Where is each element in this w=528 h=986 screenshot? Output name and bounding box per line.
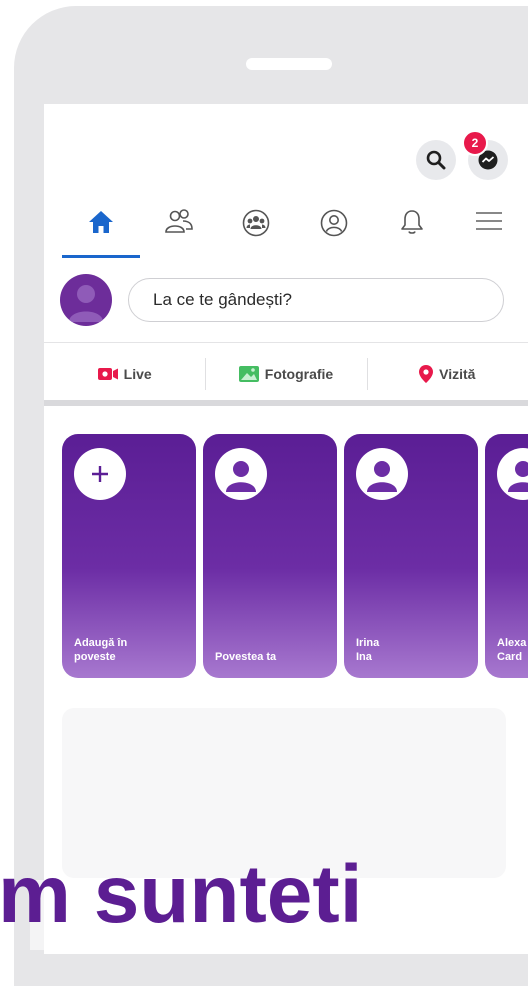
main-nav [62,202,528,258]
overlay-caption: m sunteti [0,840,528,950]
add-story-button[interactable] [74,448,126,500]
phone-speaker [246,58,332,70]
tab-profile[interactable] [295,202,373,258]
location-pin-icon [419,365,434,383]
menu-icon [476,212,503,230]
search-icon [426,150,446,170]
post-composer: La ce te gândești? [60,274,528,328]
story-card[interactable]: Alexa Card [485,434,528,678]
photo-label: Fotografie [264,366,334,382]
bell-icon [400,210,423,234]
story-label-line: Alexa [497,637,527,649]
groups-icon [242,209,270,237]
photo-icon [238,366,259,382]
tab-groups[interactable] [217,202,295,258]
live-video-icon [97,368,118,380]
story-label-line: Card [497,651,523,663]
story-card-add[interactable]: Adaugă în poveste [62,434,196,678]
home-icon [88,211,113,233]
story-label: Povestea ta [215,650,325,664]
section-divider [44,400,528,406]
friends-icon [164,209,193,233]
story-label: Adaugă în poveste [74,636,184,664]
tab-menu[interactable] [450,202,528,258]
user-silhouette-icon [508,461,528,492]
story-avatar [215,448,267,500]
phone-frame: 2 La ce te gândești? Live Fotografie Viz… [14,6,528,986]
user-silhouette-icon [69,285,103,322]
tab-notifications[interactable] [373,202,451,258]
checkin-button[interactable]: Vizită [366,356,528,392]
user-silhouette-icon [226,461,256,492]
story-label: Irina Ina [356,636,466,664]
avatar[interactable] [60,274,112,326]
composer-actions: Live Fotografie Vizită [44,356,528,392]
overlay-caption-text: m sunteti [0,849,363,940]
profile-icon [320,209,348,237]
checkin-label: Vizită [439,366,476,382]
search-button[interactable] [416,140,456,180]
header-actions: 2 [408,130,508,180]
story-label-line: Adaugă în [74,637,128,649]
user-silhouette-icon [367,461,397,492]
messenger-badge: 2 [462,130,488,156]
tab-friends[interactable] [140,202,218,258]
story-label: Alexa Card [497,636,528,664]
photo-button[interactable]: Fotografie [205,356,366,392]
story-label-line: Irina [356,637,380,649]
story-label-line: poveste [74,651,116,663]
story-avatar [356,448,408,500]
story-card[interactable]: Irina Ina [344,434,478,678]
story-avatar [497,448,528,500]
plus-icon [92,466,108,482]
messenger-button[interactable]: 2 [462,130,508,180]
live-label: Live [123,366,152,382]
tab-home[interactable] [62,202,140,258]
app-screen: 2 La ce te gândești? Live Fotografie Viz… [44,104,528,954]
stories-carousel: Adaugă în poveste Povestea ta Irina Ina … [62,434,528,678]
story-label-line: Ina [356,651,372,663]
status-input[interactable]: La ce te gândești? [128,278,504,322]
live-button[interactable]: Live [44,356,205,392]
story-label-line: Povestea ta [215,651,277,663]
story-card[interactable]: Povestea ta [203,434,337,678]
divider [44,342,528,343]
